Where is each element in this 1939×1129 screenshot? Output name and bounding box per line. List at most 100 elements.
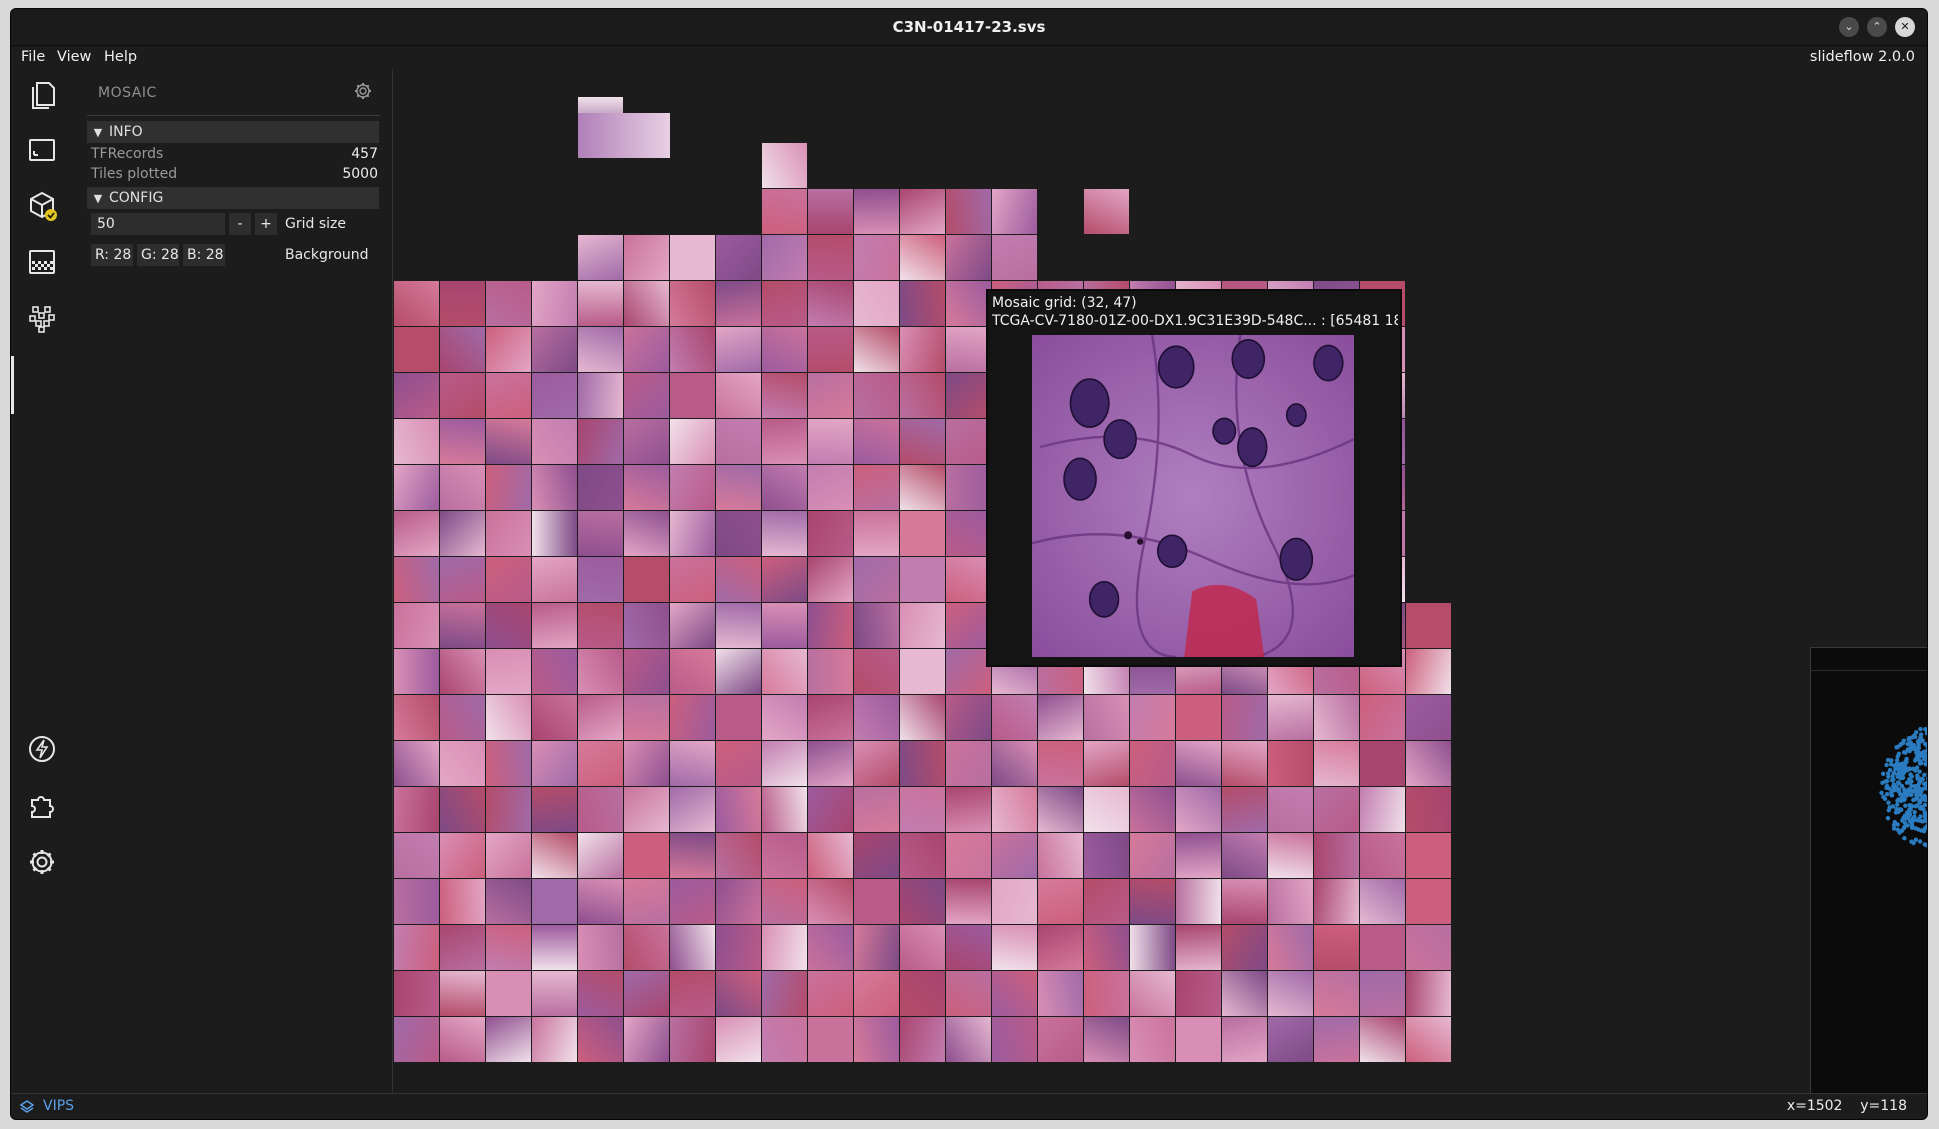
mosaic-tile[interactable] xyxy=(394,741,439,786)
mosaic-tile[interactable] xyxy=(532,603,577,648)
umap-scatter[interactable] xyxy=(1811,670,1927,1094)
mosaic-tile[interactable] xyxy=(762,787,807,832)
mosaic-tile[interactable] xyxy=(854,741,899,786)
mosaic-tile[interactable] xyxy=(1130,925,1175,970)
mosaic-canvas[interactable]: Mosaic grid: (32, 47) TCGA-CV-7180-01Z-0… xyxy=(394,69,1927,1094)
mosaic-tile[interactable] xyxy=(854,879,899,924)
mosaic-tile[interactable] xyxy=(624,741,669,786)
mosaic-tile[interactable] xyxy=(762,143,807,188)
mosaic-tile[interactable] xyxy=(992,879,1037,924)
mosaic-tile[interactable] xyxy=(670,879,715,924)
mosaic-tile[interactable] xyxy=(440,327,485,372)
mosaic-tile[interactable] xyxy=(394,787,439,832)
mosaic-tile[interactable] xyxy=(624,787,669,832)
mosaic-tile[interactable] xyxy=(486,787,531,832)
mosaic-tile[interactable] xyxy=(946,511,991,556)
mosaic-tile[interactable] xyxy=(808,1017,853,1062)
mosaic-tile[interactable] xyxy=(578,741,623,786)
mosaic-tile[interactable] xyxy=(762,649,807,694)
mosaic-tile[interactable] xyxy=(1406,741,1451,786)
mosaic-tile[interactable] xyxy=(900,879,945,924)
mosaic-tile[interactable] xyxy=(1176,695,1221,740)
mosaic-tile[interactable] xyxy=(670,695,715,740)
mosaic-tile[interactable] xyxy=(440,373,485,418)
mosaic-tile[interactable] xyxy=(1176,787,1221,832)
mosaic-tile[interactable] xyxy=(854,649,899,694)
mosaic-tile[interactable] xyxy=(762,511,807,556)
mosaic-tile[interactable] xyxy=(578,603,623,648)
mosaic-tile[interactable] xyxy=(900,833,945,878)
grid-size-decrement-button[interactable]: - xyxy=(229,213,251,235)
mosaic-tile[interactable] xyxy=(578,465,623,510)
mosaic-tile[interactable] xyxy=(1268,695,1313,740)
mosaic-tile[interactable] xyxy=(394,419,439,464)
mosaic-tile[interactable] xyxy=(854,971,899,1016)
mosaic-tile[interactable] xyxy=(762,879,807,924)
mosaic-tile[interactable] xyxy=(440,833,485,878)
mosaic-tile[interactable] xyxy=(900,971,945,1016)
mosaic-tile[interactable] xyxy=(1084,787,1129,832)
mosaic-tile[interactable] xyxy=(1360,833,1405,878)
mosaic-tile[interactable] xyxy=(578,649,623,694)
mosaic-tile[interactable] xyxy=(624,925,669,970)
mosaic-tile[interactable] xyxy=(1130,741,1175,786)
mosaic-tile[interactable] xyxy=(900,327,945,372)
mosaic-tile[interactable] xyxy=(716,557,761,602)
mosaic-tile[interactable] xyxy=(532,833,577,878)
mosaic-tile[interactable] xyxy=(486,465,531,510)
mosaic-tile[interactable] xyxy=(946,281,991,326)
mosaic-tile[interactable] xyxy=(762,327,807,372)
mosaic-tile[interactable] xyxy=(670,833,715,878)
mosaic-tile[interactable] xyxy=(670,465,715,510)
mosaic-tile[interactable] xyxy=(670,741,715,786)
mosaic-tile[interactable] xyxy=(900,511,945,556)
mosaic-tile[interactable] xyxy=(716,373,761,418)
mosaic-tile[interactable] xyxy=(716,971,761,1016)
mosaic-tile[interactable] xyxy=(532,557,577,602)
mosaic-tile[interactable] xyxy=(486,925,531,970)
mosaic-tile[interactable] xyxy=(1360,879,1405,924)
files-icon[interactable] xyxy=(25,77,59,111)
mosaic-tile[interactable] xyxy=(532,695,577,740)
mosaic-tile[interactable] xyxy=(716,833,761,878)
mosaic-tile[interactable] xyxy=(1176,925,1221,970)
mosaic-tile[interactable] xyxy=(808,833,853,878)
mosaic-tile[interactable] xyxy=(946,373,991,418)
mosaic-tile[interactable] xyxy=(1406,787,1451,832)
panel-settings-icon[interactable] xyxy=(353,81,373,101)
mosaic-tile[interactable] xyxy=(900,741,945,786)
mosaic-tile[interactable] xyxy=(1130,695,1175,740)
mosaic-tile[interactable] xyxy=(670,649,715,694)
mosaic-tile[interactable] xyxy=(394,1017,439,1062)
mosaic-tile[interactable] xyxy=(946,1017,991,1062)
mosaic-tile[interactable] xyxy=(854,925,899,970)
mosaic-tile[interactable] xyxy=(486,281,531,326)
mosaic-tile[interactable] xyxy=(854,787,899,832)
mosaic-icon[interactable] xyxy=(25,301,59,335)
mosaic-tile[interactable] xyxy=(1222,695,1267,740)
mosaic-tile[interactable] xyxy=(578,511,623,556)
mosaic-tile[interactable] xyxy=(1268,833,1313,878)
model-icon[interactable] xyxy=(25,189,59,223)
mosaic-tile[interactable] xyxy=(532,787,577,832)
mosaic-tile[interactable] xyxy=(900,649,945,694)
background-g-input[interactable]: G: 28 xyxy=(137,244,179,266)
mosaic-tile[interactable] xyxy=(716,511,761,556)
mosaic-tile[interactable] xyxy=(624,511,669,556)
mosaic-tile[interactable] xyxy=(486,879,531,924)
mosaic-tile[interactable] xyxy=(1038,925,1083,970)
mosaic-tile[interactable] xyxy=(624,419,669,464)
mosaic-tile[interactable] xyxy=(946,833,991,878)
mosaic-tile[interactable] xyxy=(1084,925,1129,970)
mosaic-tile[interactable] xyxy=(900,419,945,464)
mosaic-tile[interactable] xyxy=(624,649,669,694)
mosaic-tile[interactable] xyxy=(808,419,853,464)
lightning-icon[interactable] xyxy=(25,732,59,766)
mosaic-tile[interactable] xyxy=(1360,787,1405,832)
mosaic-tile[interactable] xyxy=(946,649,991,694)
mosaic-tile[interactable] xyxy=(1222,925,1267,970)
mosaic-tile[interactable] xyxy=(394,557,439,602)
mosaic-tile[interactable] xyxy=(854,695,899,740)
mosaic-tile[interactable] xyxy=(532,465,577,510)
mosaic-tile[interactable] xyxy=(1038,833,1083,878)
